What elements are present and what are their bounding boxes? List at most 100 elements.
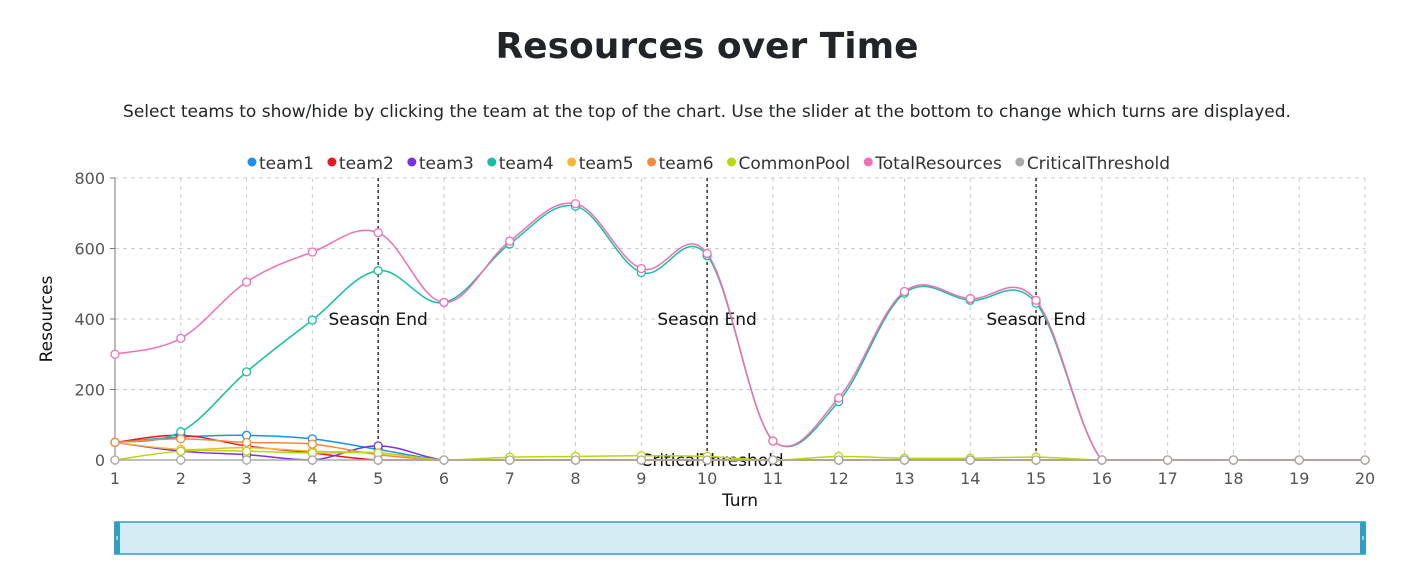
data-point-totalresources (110, 349, 120, 359)
season-end-label: Season End (328, 310, 427, 330)
data-point-totalresources (307, 247, 318, 257)
legend-item-team1[interactable]: team1 (247, 154, 314, 174)
data-point-totalresources (439, 297, 449, 308)
data-point-totalresources (373, 227, 383, 238)
data-point-criticalthreshold (439, 455, 449, 465)
legend-item-team6[interactable]: team6 (647, 154, 714, 174)
legend-label-team3[interactable]: team3 (419, 154, 474, 174)
data-point-totalresources (768, 436, 778, 446)
data-point-criticalthreshold (1294, 455, 1304, 465)
legend-marker-team5 (567, 157, 577, 167)
legend-item-commonpool[interactable]: CommonPool (727, 154, 850, 174)
legend-marker-team3 (407, 157, 417, 167)
legend-marker-team2 (327, 157, 337, 167)
resources-chart: team1 team2 team3 team4 team5 team6 CommonPool… (37, 154, 1375, 555)
legend-label-team1[interactable]: team1 (259, 154, 314, 174)
data-point-criticalthreshold (965, 455, 975, 465)
legend-item-totalresources[interactable]: TotalResources (863, 154, 1002, 174)
legend-label-team4[interactable]: team4 (499, 154, 554, 174)
legend-item-criticalthreshold[interactable]: CriticalThreshold (1015, 154, 1170, 174)
data-point-criticalthreshold (570, 455, 581, 465)
legend-label-totalresources[interactable]: TotalResources (874, 154, 1002, 174)
legend-label-team6[interactable]: team6 (659, 154, 714, 174)
data-point-criticalthreshold (768, 455, 778, 465)
data-point-totalresources (899, 286, 910, 297)
data-point-team6 (241, 437, 252, 448)
x-tick-label: 14 (960, 469, 980, 488)
y-tick-label: 200 (74, 381, 105, 400)
series-totalresources (110, 199, 1370, 465)
data-point-totalresources (241, 277, 252, 287)
turn-range-slider[interactable] (114, 521, 1366, 555)
data-point-team4 (373, 266, 383, 276)
data-point-criticalthreshold (505, 455, 515, 465)
data-point-criticalthreshold (702, 455, 712, 465)
x-tick-label: 15 (1026, 469, 1046, 488)
legend-item-team3[interactable]: team3 (407, 154, 474, 174)
x-tick-label: 16 (1092, 469, 1112, 488)
legend-marker-commonpool (727, 157, 737, 167)
data-point-totalresources (176, 333, 186, 344)
y-tick-label: 800 (74, 169, 105, 188)
data-point-criticalthreshold (1097, 455, 1107, 465)
data-point-criticalthreshold (1031, 455, 1041, 465)
y-tick-label: 600 (74, 240, 105, 259)
slider-track[interactable] (114, 521, 1366, 555)
data-point-team6 (176, 434, 186, 444)
legend-item-team5[interactable]: team5 (567, 154, 634, 174)
data-point-team6 (307, 439, 318, 449)
legend-label-commonpool[interactable]: CommonPool (739, 154, 851, 174)
x-tick-label: 11 (763, 469, 783, 488)
x-tick-label: 1 (110, 469, 120, 488)
critical-threshold-label: CriticalThreshold (640, 451, 783, 471)
x-tick-label: 20 (1355, 469, 1375, 488)
legend-marker-team6 (647, 157, 657, 167)
data-point-totalresources (965, 293, 975, 304)
data-point-commonpool (176, 446, 186, 456)
data-point-totalresources (834, 393, 844, 403)
x-tick-label: 9 (636, 469, 646, 488)
x-tick-label: 10 (697, 469, 717, 488)
legend-item-team4[interactable]: team4 (487, 154, 554, 174)
legend-marker-team4 (487, 157, 497, 167)
x-tick-label: 18 (1223, 469, 1243, 488)
page-title: Resources over Time (495, 26, 919, 67)
data-point-criticalthreshold (110, 455, 120, 465)
legend-item-team2[interactable]: team2 (327, 154, 394, 174)
data-point-totalresources (636, 263, 646, 274)
data-point-commonpool (241, 446, 252, 456)
data-point-criticalthreshold (241, 455, 252, 465)
slider-handle-end[interactable] (1360, 522, 1366, 554)
season-end-label: Season End (657, 310, 756, 330)
x-tick-label: 6 (439, 469, 449, 488)
season-end-label: Season End (986, 310, 1085, 330)
data-point-totalresources (702, 248, 712, 259)
x-tick-label: 4 (307, 469, 317, 488)
data-point-criticalthreshold (176, 455, 186, 465)
y-tick-label: 0 (95, 451, 105, 470)
chart-series (110, 199, 1370, 465)
legend-label-team5[interactable]: team5 (579, 154, 634, 174)
data-point-team6 (110, 437, 120, 448)
data-point-criticalthreshold (373, 455, 383, 465)
y-tick-label: 400 (74, 310, 105, 329)
x-tick-label: 8 (570, 469, 580, 488)
y-axis-label: Resources (37, 275, 57, 362)
legend-label-team2[interactable]: team2 (339, 154, 394, 174)
slider-handle-start[interactable] (114, 522, 120, 554)
series-team4 (110, 201, 1370, 465)
legend-marker-totalresources (863, 157, 873, 167)
series-line-team4 (114, 204, 1365, 461)
x-tick-label: 12 (829, 469, 849, 488)
data-point-criticalthreshold (1360, 455, 1370, 465)
data-point-team4 (241, 367, 252, 377)
chart-legend: team1 team2 team3 team4 team5 team6 CommonPool… (247, 154, 1170, 174)
data-point-totalresources (1031, 295, 1041, 305)
data-point-criticalthreshold (307, 455, 318, 465)
series-line-totalresources (114, 202, 1365, 461)
x-tick-label: 17 (1157, 469, 1177, 488)
data-point-totalresources (570, 199, 581, 209)
data-point-criticalthreshold (1228, 455, 1239, 465)
x-tick-label: 19 (1289, 469, 1309, 488)
legend-label-criticalthreshold[interactable]: CriticalThreshold (1027, 154, 1170, 174)
